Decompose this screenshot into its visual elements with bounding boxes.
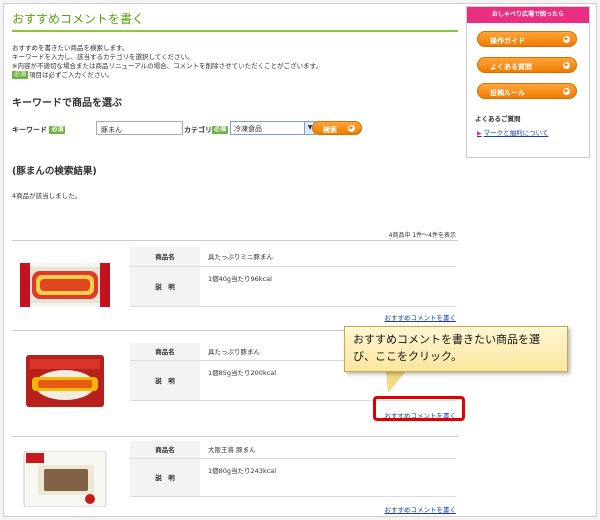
required-badge: 必須	[49, 126, 66, 134]
faq-link-label: マークと抽利について	[483, 129, 549, 137]
required-badge: 必須	[212, 126, 229, 134]
product-name-header: 商品名	[130, 343, 200, 360]
category-label: カテゴリ 必須	[184, 125, 229, 135]
rules-button-label: 投稿ルール	[490, 89, 525, 97]
faq-button[interactable]: よくある質問 ▶	[477, 57, 577, 73]
product-desc: 1個80g当たり243kcal	[208, 467, 277, 475]
keyword-label: キーワード 必須	[12, 125, 66, 135]
arrow-circle-icon: ▶	[348, 124, 355, 132]
product-desc-row: 説 明 1個40g当たり96kcal	[130, 267, 456, 307]
arrow-circle-icon: ▶	[563, 87, 570, 95]
intro-line: キーワードを入力し、該当するカテゴリを選択してください。	[12, 53, 194, 61]
guide-button-label: 操作ガイド	[490, 37, 525, 45]
product-image[interactable]	[20, 355, 110, 407]
sidebar-header: おしゃべり広場で困ったら	[467, 7, 589, 23]
intro-line: ※内容が不適切な場合または商品リニューアルの場合、コメントを削除させていただくこ…	[12, 62, 322, 70]
search-section-title: キーワードで商品を選ぶ	[12, 98, 122, 109]
product-desc-header: 説 明	[130, 459, 200, 496]
faq-header: よくあるご質問	[475, 115, 521, 123]
arrow-circle-icon: ▶	[563, 61, 570, 69]
search-form: キーワード 必須 豚まん カテゴリ 必須 冷凍食品 ▼ 検索 ▶	[12, 121, 458, 137]
product-image[interactable]	[20, 450, 110, 508]
results-found-text: 4商品が該当しました。	[12, 192, 82, 200]
product-package-image-3	[23, 450, 107, 508]
category-label-text: カテゴリ	[184, 126, 212, 134]
write-comment-link[interactable]: おすすめコメントを書く	[385, 312, 457, 322]
intro-text: おすすめを書きたい商品を検索します。 キーワードを入力し、該当するカテゴリを選択…	[12, 44, 458, 80]
page-title: おすすめコメントを書く	[12, 6, 458, 32]
product-name-header: 商品名	[130, 441, 200, 458]
product-desc-header: 説 明	[130, 361, 200, 400]
category-value: 冷凍食品	[234, 125, 262, 133]
category-select[interactable]: 冷凍食品 ▼	[230, 121, 316, 135]
product-row: 商品名 大阪王将 豚まん 説 明 1個80g当たり243kcal おすすめコメン…	[12, 436, 458, 514]
results-count-text: 4商品中 1件～4件を表示	[388, 232, 456, 239]
help-sidebar: おしゃべり広場で困ったら 操作ガイド ▶ よくある質問 ▶ 投稿ルール ▶ よくあるご…	[466, 6, 590, 158]
required-badge: 必須	[12, 71, 29, 79]
product-name-row: 商品名 大阪王将 豚まん	[130, 441, 456, 459]
faq-link[interactable]: ▶ マークと抽利について	[477, 127, 548, 137]
keyword-label-text: キーワード	[12, 126, 47, 134]
product-desc-header: 説 明	[130, 267, 200, 306]
product-info-table: 商品名 大阪王将 豚まん 説 明 1個80g当たり243kcal	[130, 441, 456, 497]
product-row: 商品名 具たっぷりミニ豚まん 説 明 1個40g当たり96kcal おすすめコメ…	[12, 240, 458, 330]
product-name: 具たっぷりミニ豚まん	[208, 253, 273, 261]
product-name-row: 商品名 具たっぷりミニ豚まん	[130, 247, 456, 267]
results-title: (豚まんの検索結果)	[12, 166, 97, 177]
arrow-circle-icon: ▶	[563, 35, 570, 43]
rules-button[interactable]: 投稿ルール ▶	[477, 83, 577, 99]
required-note: 必須 項目は必ずご入力ください。	[12, 71, 458, 80]
product-name: 大阪王将 豚まん	[208, 446, 256, 454]
guide-button[interactable]: 操作ガイド ▶	[477, 31, 577, 47]
main-content: おすすめコメントを書く おすすめを書きたい商品を検索します。 キーワードを入力し…	[12, 6, 458, 514]
arrow-right-icon: ▶	[477, 130, 482, 137]
product-desc: 1個40g当たり96kcal	[208, 275, 272, 283]
keyword-input[interactable]: 豚まん	[96, 121, 183, 135]
highlight-box	[373, 396, 465, 421]
write-comment-link[interactable]: おすすめコメントを書く	[385, 504, 457, 514]
product-info-table: 商品名 具たっぷりミニ豚まん 説 明 1個40g当たり96kcal	[130, 247, 456, 307]
product-desc-row: 説 明 1個80g当たり243kcal	[130, 459, 456, 497]
search-button-label: 検索	[323, 126, 337, 134]
callout-annotation: おすすめコメントを書きたい商品を選び、ここをクリック。	[344, 326, 568, 372]
required-note-text: 項目は必ずご入力ください。	[29, 71, 114, 79]
product-package-image-2	[26, 355, 104, 407]
product-package-image-1	[20, 263, 110, 307]
faq-button-label: よくある質問	[490, 63, 532, 71]
intro-line: おすすめを書きたい商品を検索します。	[12, 44, 129, 52]
product-image[interactable]	[20, 263, 110, 307]
product-name-header: 商品名	[130, 247, 200, 266]
search-button[interactable]: 検索 ▶	[312, 121, 362, 135]
